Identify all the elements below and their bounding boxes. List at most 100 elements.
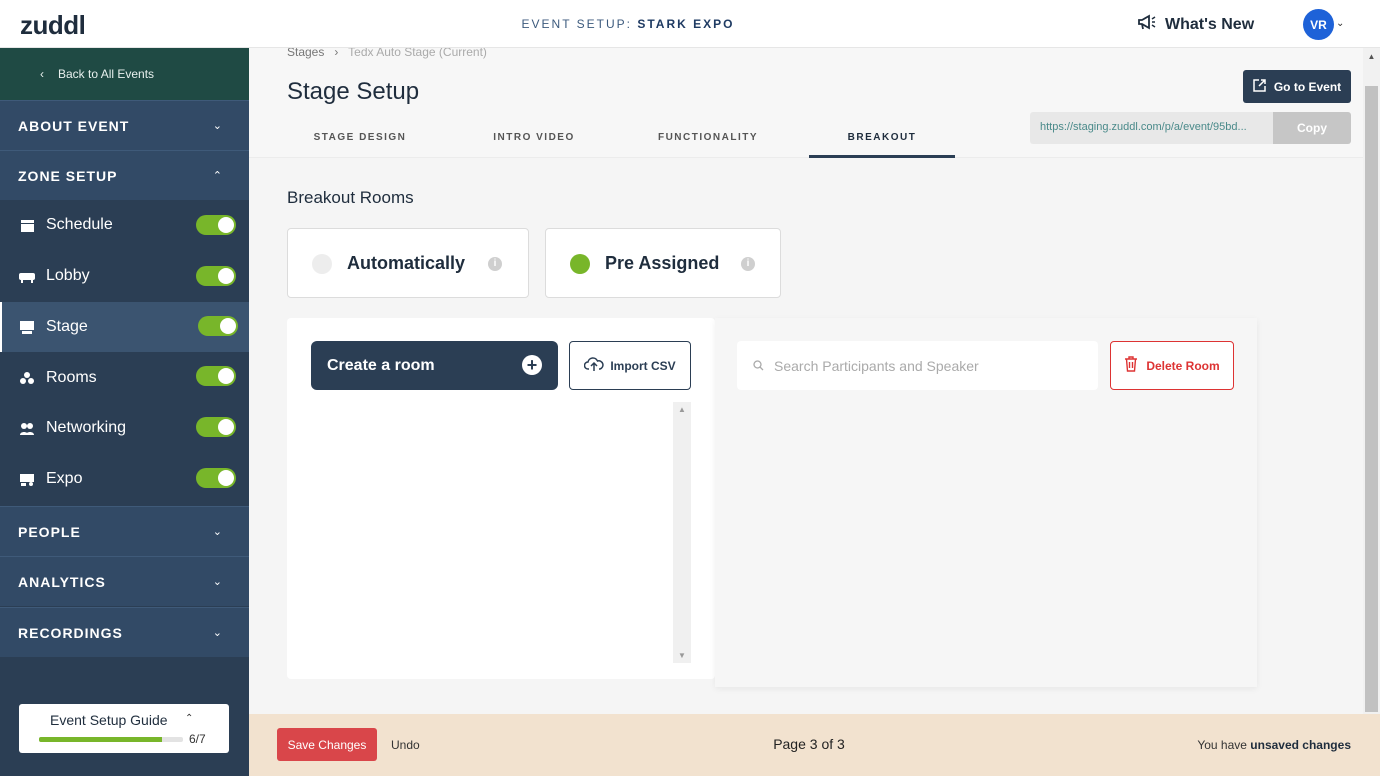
trash-icon: [1124, 356, 1138, 375]
networking-toggle[interactable]: [196, 417, 236, 437]
radio-pre-assigned[interactable]: [570, 254, 590, 274]
sidebar-item-label: Rooms: [46, 369, 97, 386]
calendar-icon: [18, 216, 36, 234]
section-people[interactable]: PEOPLE ⌄: [0, 506, 249, 556]
breakout-heading: Breakout Rooms: [287, 188, 414, 207]
search-placeholder: Search Participants and Speaker: [774, 357, 979, 374]
search-icon: [753, 358, 764, 374]
section-about-event[interactable]: ABOUT EVENT ⌄: [0, 100, 249, 150]
rooms-icon: [18, 369, 36, 387]
info-icon[interactable]: i: [488, 257, 502, 271]
chevron-up-icon: ⌃: [212, 170, 223, 182]
sidebar-item-label: Stage: [46, 318, 88, 335]
whats-new-label: What's New: [1165, 15, 1255, 33]
chevron-down-icon: ⌄: [212, 576, 223, 588]
sidebar-item-expo[interactable]: Expo: [0, 454, 249, 504]
people-icon: [18, 419, 36, 437]
go-to-event-label: Go to Event: [1273, 79, 1342, 94]
avatar[interactable]: VR: [1303, 9, 1334, 40]
page-title: Stage Setup: [287, 78, 420, 105]
sidebar: ‹ Back to All Events ABOUT EVENT ⌄ ZONE …: [0, 48, 249, 776]
section-label: ANALYTICS: [18, 573, 106, 590]
tab-functionality[interactable]: FUNCTIONALITY: [635, 120, 781, 158]
delete-room-label: Delete Room: [1146, 358, 1220, 373]
scroll-down-icon[interactable]: ▼: [673, 651, 691, 660]
plus-circle-icon: +: [522, 355, 542, 375]
participant-search-input[interactable]: Search Participants and Speaker: [737, 341, 1098, 390]
go-to-event-button[interactable]: Go to Event: [1243, 70, 1351, 103]
sofa-icon: [18, 267, 36, 285]
sidebar-item-rooms[interactable]: Rooms: [0, 353, 249, 403]
option-label: Automatically: [347, 253, 466, 273]
option-automatically[interactable]: Automatically i: [287, 228, 529, 298]
back-to-events-link[interactable]: ‹ Back to All Events: [0, 48, 249, 100]
create-room-label: Create a room: [327, 356, 435, 374]
chevron-down-icon: ⌄: [212, 120, 223, 132]
tab-stage-design[interactable]: STAGE DESIGN: [287, 120, 433, 158]
chevron-down-icon: ⌄: [212, 627, 223, 639]
footer-bar: Save Changes Undo Page 3 of 3 You have u…: [249, 714, 1380, 776]
section-label: ABOUT EVENT: [18, 117, 130, 134]
sidebar-item-lobby[interactable]: Lobby: [0, 251, 249, 301]
event-title-prefix: EVENT SETUP:: [521, 17, 638, 31]
radio-automatically[interactable]: [312, 254, 332, 274]
guide-title: Event Setup Guide: [50, 712, 168, 728]
tab-intro-video[interactable]: INTRO VIDEO: [461, 120, 607, 158]
import-csv-button[interactable]: Import CSV: [569, 341, 691, 390]
expo-toggle[interactable]: [196, 468, 236, 488]
sidebar-item-label: Schedule: [46, 216, 113, 233]
scrollbar-thumb[interactable]: [1365, 86, 1378, 712]
lobby-toggle[interactable]: [196, 266, 236, 286]
option-pre-assigned[interactable]: Pre Assigned i: [545, 228, 781, 298]
unsaved-prefix: You have: [1197, 738, 1251, 752]
section-analytics[interactable]: ANALYTICS ⌄: [0, 556, 249, 606]
guide-progress-fill: [39, 737, 163, 742]
cloud-upload-icon: [584, 356, 604, 375]
import-csv-label: Import CSV: [610, 358, 676, 373]
whats-new-button[interactable]: What's New: [1137, 13, 1254, 36]
scroll-up-icon[interactable]: ▲: [1363, 52, 1380, 61]
section-zone-setup[interactable]: ZONE SETUP ⌃: [0, 150, 249, 200]
sidebar-item-stage[interactable]: Stage: [0, 302, 249, 352]
stage-icon: [18, 318, 36, 336]
scroll-up-icon[interactable]: ▲: [673, 405, 691, 414]
sidebar-item-label: Expo: [46, 470, 83, 487]
external-link-icon: [1253, 78, 1266, 95]
sidebar-item-schedule[interactable]: Schedule: [0, 200, 249, 250]
top-bar: zuddl EVENT SETUP: STARK EXPO What's New…: [0, 0, 1380, 48]
stage-header: Stages › Tedx Auto Stage (Current) Stage…: [249, 45, 1363, 158]
rooms-list-scrollbar[interactable]: ▲ ▼: [673, 402, 691, 663]
unsaved-notice: You have unsaved changes: [1197, 738, 1351, 752]
stage-toggle[interactable]: [198, 316, 238, 336]
chevron-down-icon: ⌄: [212, 526, 223, 538]
sidebar-item-networking[interactable]: Networking: [0, 403, 249, 453]
guide-count: 6/7: [189, 732, 206, 746]
rooms-toggle[interactable]: [196, 366, 236, 386]
chevron-left-icon: ‹: [40, 67, 44, 81]
back-label: Back to All Events: [58, 67, 155, 81]
info-icon[interactable]: i: [741, 257, 755, 271]
booth-icon: [18, 470, 36, 488]
delete-room-button[interactable]: Delete Room: [1110, 341, 1234, 390]
sidebar-item-label: Networking: [46, 419, 127, 436]
event-name: STARK EXPO: [637, 17, 735, 31]
event-url-field[interactable]: https://staging.zuddl.com/p/a/event/95bd…: [1030, 112, 1274, 144]
event-setup-guide[interactable]: Event Setup Guide ⌃ 6/7: [19, 704, 229, 753]
chevron-up-icon[interactable]: ⌃: [185, 713, 193, 724]
guide-progress-bar: [39, 737, 183, 742]
stage-tabs: STAGE DESIGN INTRO VIDEO FUNCTIONALITY B…: [287, 120, 955, 158]
section-label: ZONE SETUP: [18, 167, 118, 184]
section-recordings[interactable]: RECORDINGS ⌄: [0, 607, 249, 657]
copy-button[interactable]: Copy: [1273, 112, 1351, 144]
sidebar-item-label: Lobby: [46, 267, 90, 284]
section-label: RECORDINGS: [18, 624, 123, 641]
option-label: Pre Assigned: [605, 253, 720, 273]
chevron-down-icon[interactable]: ⌄: [1336, 18, 1344, 29]
page-scrollbar[interactable]: ▲: [1363, 48, 1380, 714]
schedule-toggle[interactable]: [196, 215, 236, 235]
create-room-button[interactable]: Create a room +: [311, 341, 558, 390]
tab-breakout[interactable]: BREAKOUT: [809, 120, 955, 158]
section-label: PEOPLE: [18, 523, 81, 540]
unsaved-emphasis: unsaved changes: [1250, 738, 1351, 752]
megaphone-icon: [1137, 13, 1157, 36]
